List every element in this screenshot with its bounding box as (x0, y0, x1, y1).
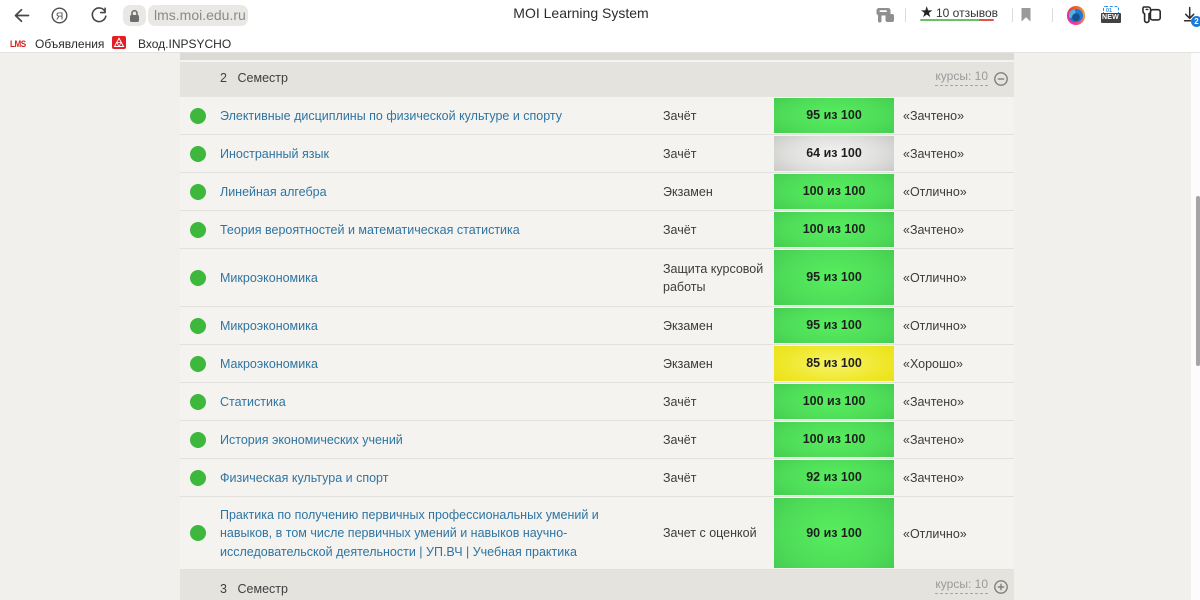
svg-text:Я: Я (56, 10, 64, 22)
